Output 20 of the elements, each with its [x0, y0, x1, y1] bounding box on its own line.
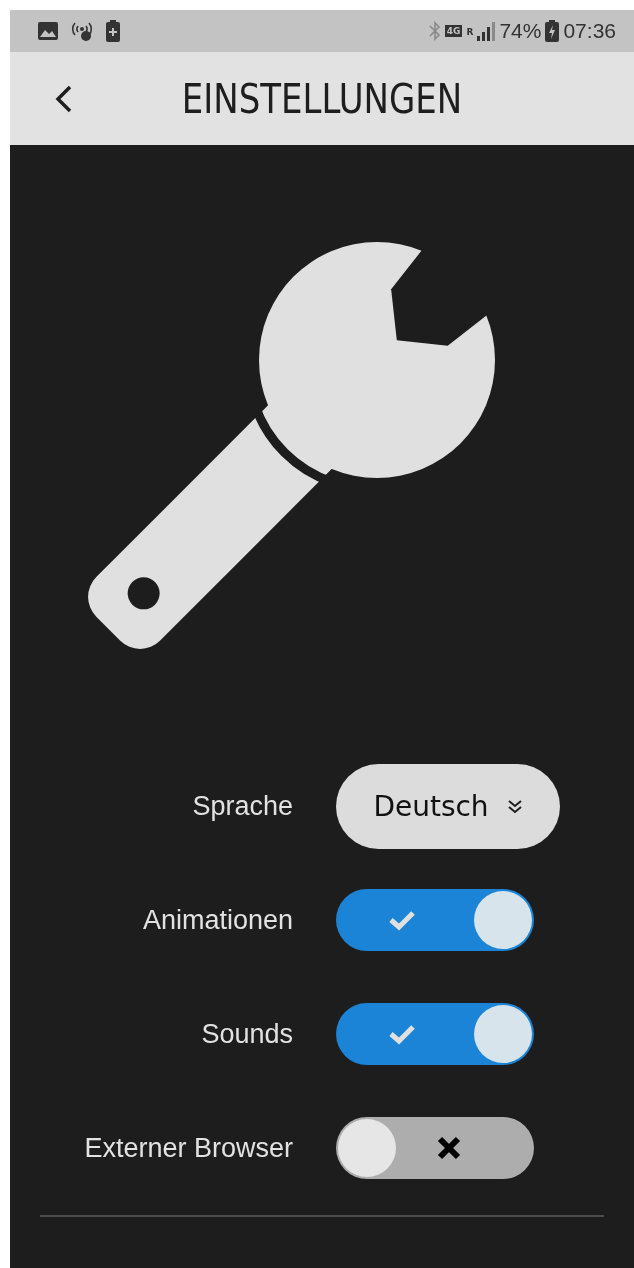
battery-charging-icon: [106, 20, 120, 42]
network-badge: 4G: [444, 25, 463, 37]
image-icon: [38, 22, 58, 40]
signal-icon: [477, 21, 496, 41]
check-icon: [388, 1023, 416, 1045]
setting-label: Animationen: [141, 904, 293, 936]
language-dropdown[interactable]: Deutsch: [336, 763, 560, 849]
double-chevron-icon: [506, 798, 523, 814]
page-title: EINSTELLUNGEN: [181, 75, 463, 122]
bluetooth-icon: [428, 21, 441, 41]
setting-label: Sprache: [191, 790, 293, 822]
battery-percent: 74%: [499, 19, 542, 43]
roaming-label: R: [466, 27, 474, 37]
check-icon: [388, 909, 416, 931]
setting-label: Externer Browser: [83, 1132, 293, 1164]
setting-label: Sounds: [200, 1018, 293, 1050]
clock: 07:36: [563, 19, 616, 43]
hotspot-icon: [70, 20, 94, 42]
close-icon: [437, 1136, 461, 1160]
battery-icon: [545, 20, 560, 42]
